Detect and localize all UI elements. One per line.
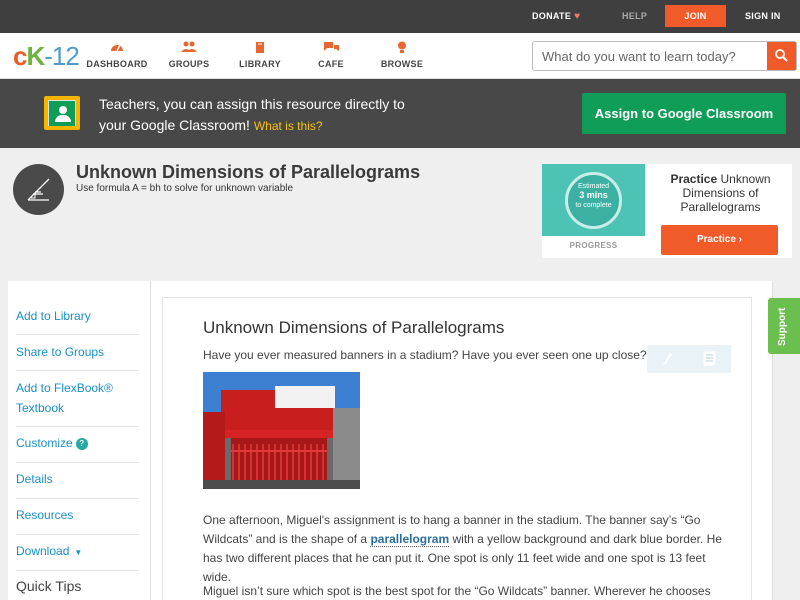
browse-icon <box>367 41 437 55</box>
google-classroom-icon <box>44 96 80 130</box>
nav-cafe[interactable]: CAFE <box>296 41 366 69</box>
search-input[interactable] <box>533 42 768 70</box>
paragraph-2: Miguel isn’t sure which spot is the best… <box>203 584 711 598</box>
utility-bar: DONATE ♥ HELP JOIN SIGN IN <box>0 0 800 33</box>
help-link[interactable]: HELP <box>622 0 647 33</box>
quick-tips-heading: Quick Tips <box>16 578 82 594</box>
annotation-tools <box>647 345 731 373</box>
sidebar-resources[interactable]: Resources <box>16 499 139 535</box>
sidebar-add-to-library[interactable]: Add to Library <box>16 298 139 335</box>
stadium-photo <box>203 372 360 489</box>
practice-title: Practice Unknown Dimensions of Parallelo… <box>670 172 771 214</box>
sidebar-share-to-groups[interactable]: Share to Groups <box>16 335 139 371</box>
heart-icon: ♥ <box>574 11 581 22</box>
sidebar-details[interactable]: Details <box>16 463 139 499</box>
search-box <box>532 41 797 71</box>
search-button[interactable] <box>767 42 796 70</box>
support-tab[interactable]: Support <box>768 298 800 354</box>
lesson-content: Unknown Dimensions of Parallelograms Hav… <box>150 281 773 600</box>
progress-label: PROGRESS <box>569 241 618 250</box>
ck12-logo[interactable]: cK-12 <box>13 41 80 72</box>
lesson-body: Unknown Dimensions of Parallelograms Hav… <box>162 297 752 600</box>
what-is-this-link[interactable]: What is this? <box>254 119 323 133</box>
nav-groups[interactable]: GROUPS <box>154 41 224 69</box>
search-icon <box>775 49 788 62</box>
library-icon <box>225 41 295 55</box>
sidebar-download[interactable]: Download ▼ <box>16 535 139 571</box>
classroom-message: Teachers, you can assign this resource d… <box>99 96 405 133</box>
groups-icon <box>154 41 224 55</box>
donate-link[interactable]: DONATE ♥ <box>532 0 580 33</box>
highlighter-icon[interactable] <box>661 351 673 366</box>
main-nav: cK-12 DASHBOARD GROUPS LIBRARY CAFE BROW… <box>0 33 800 79</box>
page-title: Unknown Dimensions of Parallelograms <box>76 162 421 182</box>
cafe-icon <box>296 41 366 55</box>
sidebar-customize[interactable]: Customize? <box>16 427 139 463</box>
help-icon[interactable]: ? <box>75 438 88 450</box>
sidebar-add-to-flexbook[interactable]: Add to FlexBook® Textbook <box>16 371 139 427</box>
nav-library[interactable]: LIBRARY <box>225 41 295 69</box>
practice-illustration: Estimated 3 mins to complete <box>542 164 645 236</box>
nav-browse[interactable]: BROWSE <box>367 41 437 69</box>
paragraph-1: One afternoon, Miguel's assignment is to… <box>203 513 722 584</box>
join-button[interactable]: JOIN <box>665 5 726 27</box>
page-subtitle: Use formula A = bh to solve for unknown … <box>76 183 294 194</box>
nav-dashboard[interactable]: DASHBOARD <box>82 41 152 69</box>
parallelogram-icon <box>13 164 64 215</box>
caret-down-icon: ▼ <box>74 548 83 557</box>
assign-to-google-classroom-button[interactable]: Assign to Google Classroom <box>582 93 786 134</box>
lesson-heading: Unknown Dimensions of Parallelograms <box>203 318 505 337</box>
practice-card: Estimated 3 mins to complete PROGRESS Pr… <box>542 164 792 258</box>
lesson-sidebar: Add to Library Share to Groups Add to Fl… <box>8 281 150 600</box>
note-icon[interactable] <box>703 351 716 366</box>
practice-button[interactable]: Practice › <box>661 225 778 255</box>
chevron-right-icon: › <box>738 234 743 245</box>
dashboard-icon <box>82 41 152 55</box>
glossary-term-parallelogram[interactable]: parallelogram <box>370 532 450 547</box>
sign-in-link[interactable]: SIGN IN <box>745 0 781 33</box>
